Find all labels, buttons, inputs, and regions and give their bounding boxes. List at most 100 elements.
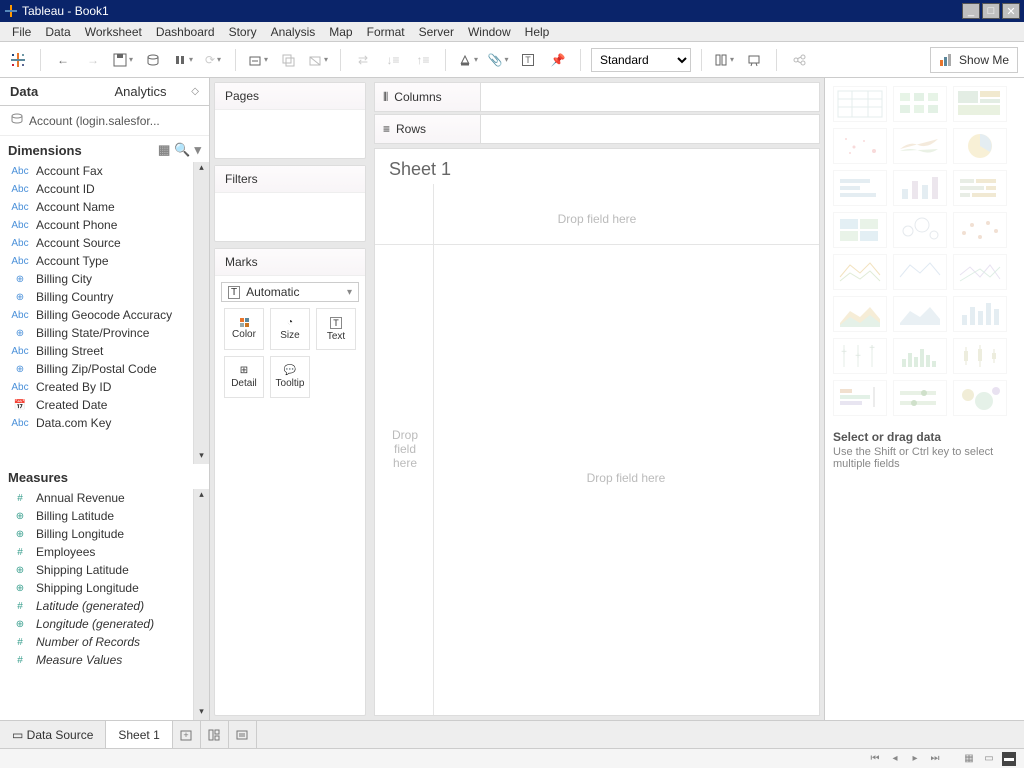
marks-tooltip[interactable]: 💬Tooltip bbox=[270, 356, 310, 398]
menu-dashboard[interactable]: Dashboard bbox=[150, 23, 221, 41]
menu-worksheet[interactable]: Worksheet bbox=[79, 23, 148, 41]
share-button[interactable] bbox=[787, 48, 811, 72]
show-cards-button[interactable]: ▾ bbox=[712, 48, 736, 72]
chart-type-10[interactable] bbox=[893, 212, 947, 248]
field-billing-country[interactable]: ⊕Billing Country bbox=[0, 288, 209, 306]
swap-button[interactable]: ⇄ bbox=[351, 48, 375, 72]
chart-type-7[interactable] bbox=[893, 170, 947, 206]
new-dashboard-tab[interactable] bbox=[201, 721, 229, 748]
first-icon[interactable]: ⏮ bbox=[868, 752, 882, 766]
chart-type-20[interactable] bbox=[953, 338, 1007, 374]
close-button[interactable]: ✕ bbox=[1002, 3, 1020, 19]
field-billing-state-province[interactable]: ⊕Billing State/Province bbox=[0, 324, 209, 342]
chart-type-1[interactable] bbox=[893, 86, 947, 122]
menu-icon[interactable]: ▾ bbox=[194, 142, 201, 158]
chart-type-16[interactable] bbox=[893, 296, 947, 332]
last-icon[interactable]: ⏭ bbox=[928, 752, 942, 766]
showme-button[interactable]: Show Me bbox=[930, 47, 1018, 73]
chart-type-19[interactable] bbox=[893, 338, 947, 374]
menu-analysis[interactable]: Analysis bbox=[265, 23, 322, 41]
duplicate-button[interactable] bbox=[276, 48, 300, 72]
chart-type-23[interactable] bbox=[953, 380, 1007, 416]
chart-type-6[interactable] bbox=[833, 170, 887, 206]
chart-type-21[interactable] bbox=[833, 380, 887, 416]
new-story-tab[interactable] bbox=[229, 721, 257, 748]
chart-type-9[interactable] bbox=[833, 212, 887, 248]
marks-detail[interactable]: ⊞Detail bbox=[224, 356, 264, 398]
chart-type-15[interactable] bbox=[833, 296, 887, 332]
field-billing-longitude[interactable]: ⊕Billing Longitude bbox=[0, 525, 209, 543]
field-number-of-records[interactable]: #Number of Records bbox=[0, 633, 209, 651]
rows-shelf[interactable]: ≡Rows bbox=[374, 114, 820, 144]
highlight-button[interactable]: ▾ bbox=[456, 48, 480, 72]
field-billing-latitude[interactable]: ⊕Billing Latitude bbox=[0, 507, 209, 525]
datasource-row[interactable]: Account (login.salesfor... bbox=[0, 106, 209, 136]
new-worksheet-button[interactable]: ▾ bbox=[246, 48, 270, 72]
field-shipping-longitude[interactable]: ⊕Shipping Longitude bbox=[0, 579, 209, 597]
field-account-type[interactable]: AbcAccount Type bbox=[0, 252, 209, 270]
chart-type-17[interactable] bbox=[953, 296, 1007, 332]
labels-button[interactable]: T bbox=[516, 48, 540, 72]
field-billing-zip-postal-code[interactable]: ⊕Billing Zip/Postal Code bbox=[0, 360, 209, 378]
menu-data[interactable]: Data bbox=[39, 23, 76, 41]
undo-button[interactable]: ← bbox=[51, 48, 75, 72]
chart-type-22[interactable] bbox=[893, 380, 947, 416]
menu-server[interactable]: Server bbox=[413, 23, 460, 41]
fit-dropdown[interactable]: Standard bbox=[591, 48, 691, 72]
field-billing-street[interactable]: AbcBilling Street bbox=[0, 342, 209, 360]
field-account-fax[interactable]: AbcAccount Fax bbox=[0, 162, 209, 180]
maximize-button[interactable]: □ bbox=[982, 3, 1000, 19]
group-button[interactable]: 📎▾ bbox=[486, 48, 510, 72]
menu-help[interactable]: Help bbox=[519, 23, 556, 41]
grid-icon[interactable]: ▦ bbox=[962, 752, 976, 766]
search-icon[interactable]: 🔍 bbox=[174, 142, 190, 158]
filmstrip-icon[interactable]: ▬ bbox=[1002, 752, 1016, 766]
columns-shelf[interactable]: ⦀Columns bbox=[374, 82, 820, 112]
datasource-tab[interactable]: ▭ Data Source bbox=[0, 721, 106, 748]
field-account-name[interactable]: AbcAccount Name bbox=[0, 198, 209, 216]
menu-file[interactable]: File bbox=[6, 23, 37, 41]
sheet-tab[interactable]: Sheet 1 bbox=[106, 721, 172, 748]
chart-type-3[interactable] bbox=[833, 128, 887, 164]
chart-type-13[interactable] bbox=[893, 254, 947, 290]
field-billing-geocode-accuracy[interactable]: AbcBilling Geocode Accuracy bbox=[0, 306, 209, 324]
clear-button[interactable]: ▾ bbox=[306, 48, 330, 72]
field-annual-revenue[interactable]: #Annual Revenue bbox=[0, 489, 209, 507]
chart-type-12[interactable] bbox=[833, 254, 887, 290]
field-created-by-id[interactable]: AbcCreated By ID bbox=[0, 378, 209, 396]
pin-button[interactable]: 📌 bbox=[546, 48, 570, 72]
filters-shelf[interactable]: Filters bbox=[214, 165, 366, 242]
new-worksheet-tab[interactable]: + bbox=[173, 721, 201, 748]
field-created-date[interactable]: 📅Created Date bbox=[0, 396, 209, 414]
field-longitude-generated-[interactable]: ⊕Longitude (generated) bbox=[0, 615, 209, 633]
new-datasource-button[interactable] bbox=[141, 48, 165, 72]
marks-color[interactable]: Color bbox=[224, 308, 264, 350]
chart-type-14[interactable] bbox=[953, 254, 1007, 290]
field-billing-city[interactable]: ⊕Billing City bbox=[0, 270, 209, 288]
sheet-title[interactable]: Sheet 1 bbox=[375, 149, 819, 184]
marks-text[interactable]: TText bbox=[316, 308, 356, 350]
sort-desc-button[interactable]: ↑≡ bbox=[411, 48, 435, 72]
chart-type-11[interactable] bbox=[953, 212, 1007, 248]
menu-map[interactable]: Map bbox=[323, 23, 358, 41]
analytics-tab[interactable]: Analytics◇ bbox=[105, 78, 210, 106]
presentation-button[interactable] bbox=[742, 48, 766, 72]
menu-story[interactable]: Story bbox=[223, 23, 263, 41]
pages-shelf[interactable]: Pages bbox=[214, 82, 366, 159]
data-tab[interactable]: Data bbox=[0, 78, 105, 106]
tableau-icon[interactable] bbox=[6, 48, 30, 72]
field-account-id[interactable]: AbcAccount ID bbox=[0, 180, 209, 198]
next-icon[interactable]: ▸ bbox=[908, 752, 922, 766]
field-measure-values[interactable]: #Measure Values bbox=[0, 651, 209, 669]
prev-icon[interactable]: ◂ bbox=[888, 752, 902, 766]
minimize-button[interactable]: _ bbox=[962, 3, 980, 19]
redo-button[interactable]: → bbox=[81, 48, 105, 72]
card-icon[interactable]: ▭ bbox=[982, 752, 996, 766]
chart-type-18[interactable]: +++ bbox=[833, 338, 887, 374]
field-account-source[interactable]: AbcAccount Source bbox=[0, 234, 209, 252]
menu-window[interactable]: Window bbox=[462, 23, 517, 41]
field-employees[interactable]: #Employees bbox=[0, 543, 209, 561]
save-button[interactable]: ▾ bbox=[111, 48, 135, 72]
marks-size[interactable]: ◔Size bbox=[270, 308, 310, 350]
chart-type-5[interactable] bbox=[953, 128, 1007, 164]
